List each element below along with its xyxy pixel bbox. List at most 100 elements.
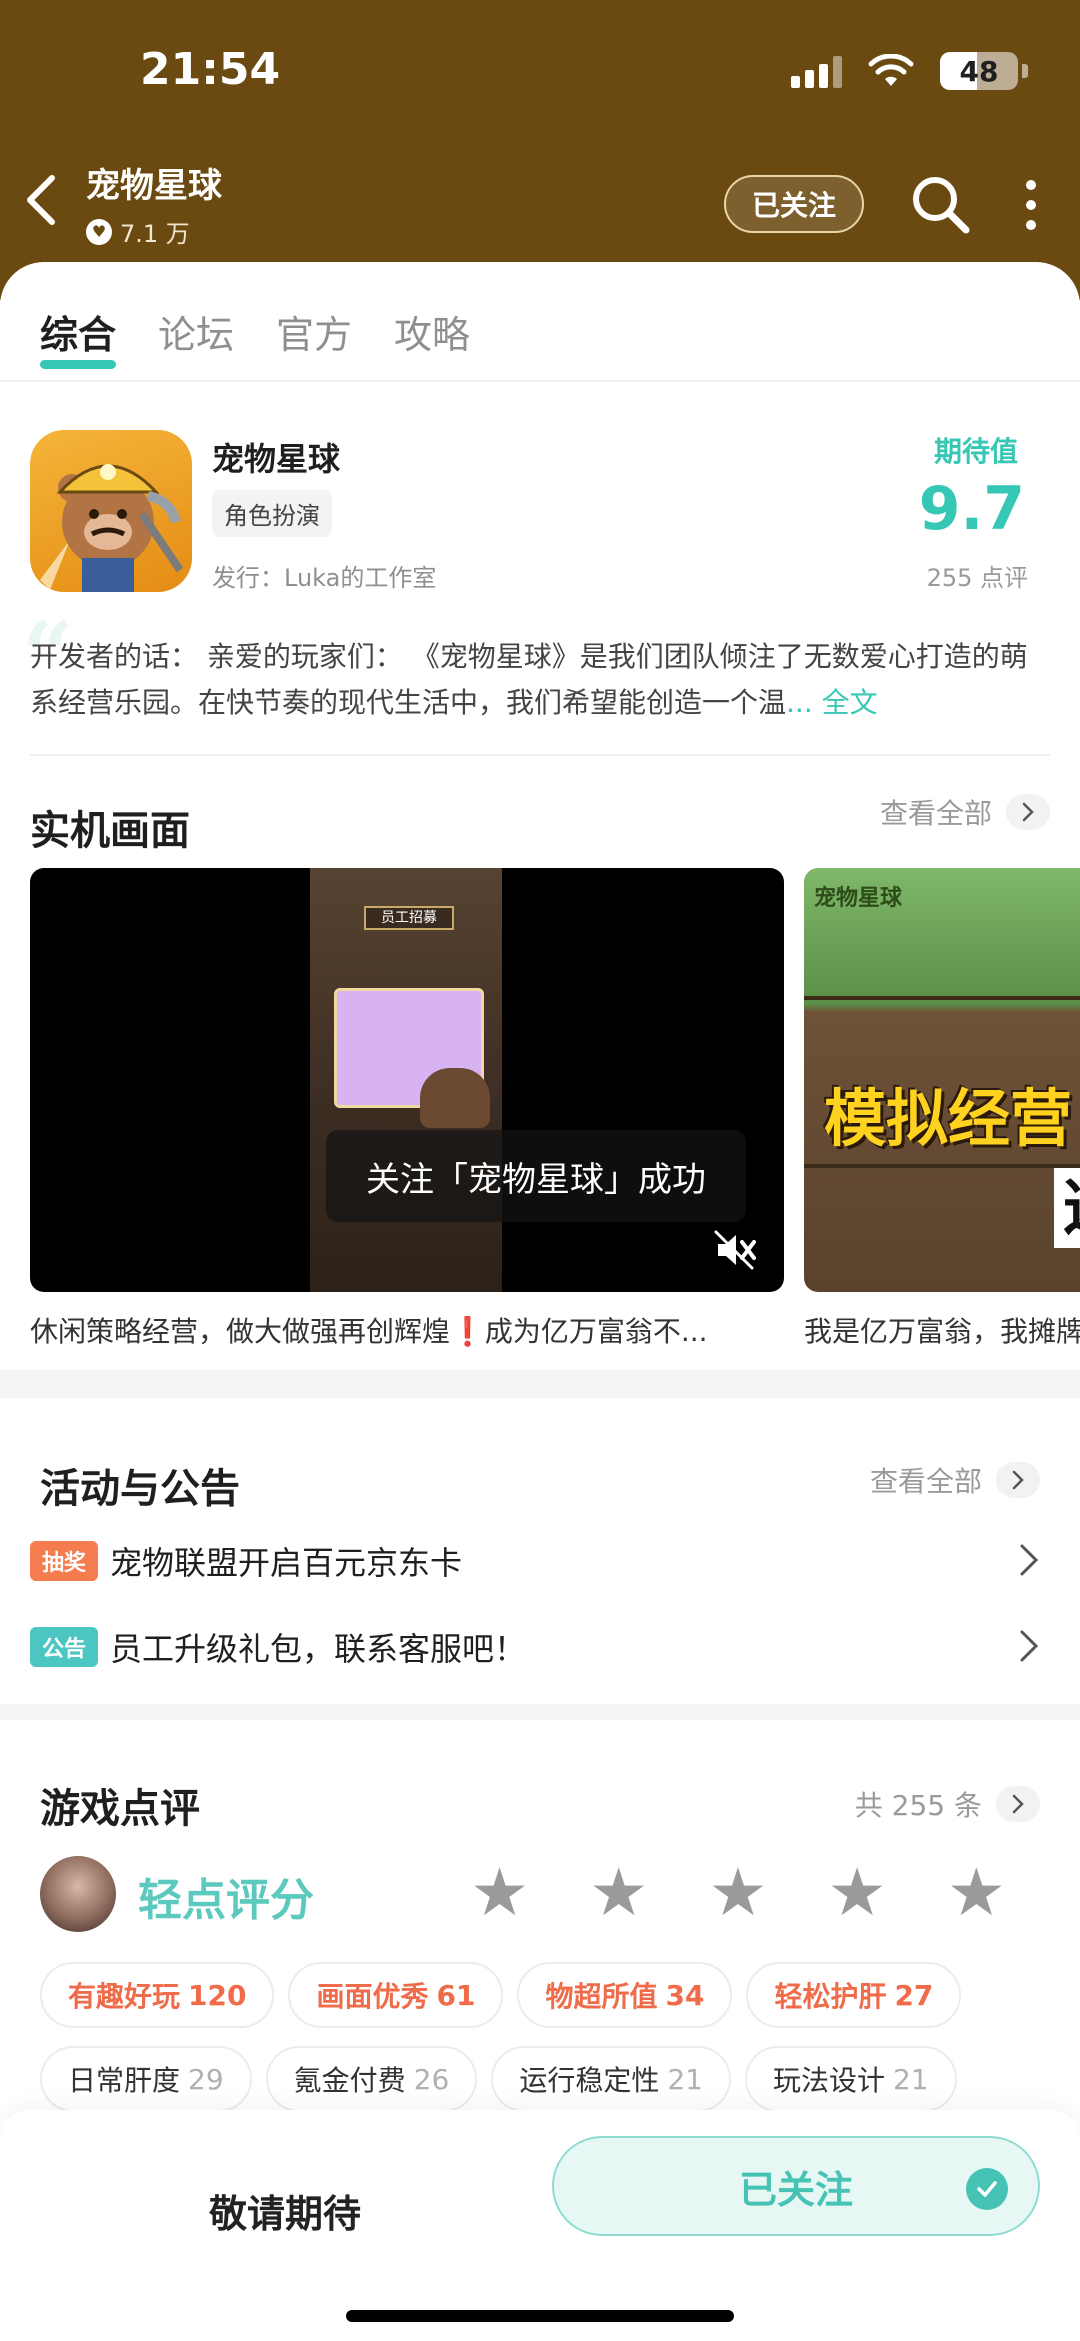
status-icons: 48 (791, 52, 1028, 90)
status-time: 21:54 (140, 44, 281, 95)
review-tag[interactable]: 日常肝度 29 (40, 2046, 252, 2112)
followed-button[interactable]: 已关注 (552, 2136, 1040, 2236)
tag-label: 运行稳定性 (519, 2064, 660, 2097)
review-tag[interactable]: 物超所值 34 (517, 1962, 733, 2028)
star-icon[interactable]: ★ (470, 1860, 529, 1926)
stay-tuned-button[interactable]: 敬请期待 (90, 2160, 480, 2260)
chevron-right-icon (1006, 794, 1050, 830)
notice-badge: 公告 (30, 1627, 99, 1667)
screenshots-title: 实机画面 (30, 808, 190, 854)
read-more-link[interactable]: ... 全文 (786, 686, 878, 719)
check-icon (966, 2168, 1008, 2210)
star-icon[interactable]: ★ (708, 1860, 767, 1926)
tab-official[interactable]: 官方 (276, 304, 352, 369)
announcement-text: 员工升级礼包，联系客服吧！ (110, 1630, 527, 1668)
follow-success-toast: 关注「宠物星球」成功 (326, 1130, 746, 1222)
recruit-sign: 员工招募 (364, 906, 454, 930)
promo-banner-text: 模拟经营 (824, 1082, 1073, 1155)
app-name: 宠物星球 (212, 440, 341, 478)
battery-level: 48 (959, 54, 999, 88)
tag-count: 26 (413, 2062, 450, 2096)
wifi-icon (868, 54, 914, 86)
followers-label: 7.1 万 (120, 220, 190, 248)
review-tag[interactable]: 画面优秀 61 (288, 1962, 504, 2028)
see-all-label: 查看全部 (879, 797, 992, 830)
announcement-item[interactable]: 公告 员工升级礼包，联系客服吧！ (30, 1624, 526, 1670)
review-tag[interactable]: 运行稳定性 21 (491, 2046, 731, 2112)
star-icon[interactable]: ★ (947, 1860, 1006, 1926)
announcements-see-all[interactable]: 查看全部 (870, 1460, 1040, 1500)
tag-count: 34 (665, 1978, 705, 2012)
chevron-right-icon (996, 1786, 1040, 1822)
signal-icon (791, 54, 842, 88)
tag-label: 画面优秀 (316, 1980, 429, 2013)
tag-count: 120 (188, 1978, 247, 2012)
tag-label: 物超所值 (545, 1980, 658, 2013)
divider (0, 380, 1080, 382)
chevron-right-icon[interactable] (1018, 1542, 1040, 1578)
star-icon[interactable]: ★ (589, 1860, 648, 1926)
header-title: 宠物星球 (86, 166, 222, 206)
video-caption[interactable]: 休闲策略经营，做大做强再创辉煌❗️成为亿万富翁不... (30, 1310, 780, 1350)
section-separator (0, 1370, 1080, 1398)
chevron-right-icon[interactable] (1018, 1628, 1040, 1664)
genre-tag[interactable]: 角色扮演 (212, 490, 332, 537)
review-count[interactable]: 255 点评 (927, 558, 1028, 593)
chevron-right-icon (996, 1462, 1040, 1498)
see-all-label: 查看全部 (869, 1465, 982, 1498)
battery-icon: 48 (940, 52, 1018, 90)
rating-stars: ★ ★ ★ ★ ★ (470, 1860, 1006, 1926)
reviews-see-all[interactable]: 共 255 条 (855, 1784, 1040, 1824)
avatar (40, 1856, 116, 1932)
tag-count: 21 (667, 2062, 703, 2096)
expectation-label: 期待值 (933, 435, 1018, 468)
review-tag[interactable]: 氪金付费 26 (265, 2046, 478, 2112)
tag-count: 29 (188, 2062, 224, 2096)
tab-guide[interactable]: 攻略 (394, 304, 470, 369)
header-follow-button[interactable]: 已关注 (724, 175, 864, 233)
tag-label: 有趣好玩 (68, 1980, 181, 2013)
star-icon[interactable]: ★ (828, 1860, 887, 1926)
reviews-title: 游戏点评 (40, 1786, 200, 1832)
promo-overflow-char: 这 (1054, 1168, 1080, 1248)
home-indicator[interactable] (346, 2310, 734, 2322)
followed-label: 已关注 (738, 2167, 853, 2212)
developer-note[interactable]: 开发者的话： 亲爱的玩家们： 《宠物星球》是我们团队倾注了无数爱心打造的萌系经营… (30, 634, 1050, 726)
review-tag[interactable]: 玩法设计 21 (744, 2046, 957, 2112)
tap-to-rate-label: 轻点评分 (138, 1875, 314, 1926)
developer-note-text: 开发者的话： 亲爱的玩家们： 《宠物星球》是我们团队倾注了无数爱心打造的萌系经营… (30, 640, 1028, 719)
tag-count: 61 (436, 1978, 476, 2012)
lottery-badge: 抽奖 (30, 1541, 99, 1581)
divider (30, 754, 1050, 756)
tag-label: 玩法设计 (772, 2064, 885, 2097)
tab-forum[interactable]: 论坛 (158, 304, 234, 369)
review-total: 共 255 条 (854, 1789, 982, 1822)
content-card: 综合 论坛 官方 攻略 宠物星球 角色扮演 发行：Luka的工作室 期待值 9.… (0, 262, 1080, 2341)
tag-count: 21 (892, 2062, 929, 2096)
announcement-item[interactable]: 抽奖 宠物联盟开启百元京东卡 (30, 1538, 462, 1584)
screenshot-caption[interactable]: 我是亿万富翁，我摊牌了 (804, 1310, 1080, 1350)
announcement-text: 宠物联盟开启百元京东卡 (110, 1544, 463, 1582)
tag-count: 27 (894, 1978, 934, 2012)
tag-row: 日常肝度 29 氪金付费 26 运行稳定性 21 玩法设计 21 (40, 2046, 957, 2112)
expectation-score: 9.7 (918, 474, 1025, 544)
search-icon[interactable] (908, 172, 972, 236)
app-icon (30, 430, 192, 592)
back-icon[interactable] (18, 170, 68, 230)
tab-overview[interactable]: 综合 (40, 304, 117, 369)
more-icon[interactable] (1016, 180, 1046, 230)
followers-count: ♥ 7.1 万 (86, 214, 190, 249)
tag-label: 氪金付费 (293, 2064, 406, 2097)
hot-tag-row: 有趣好玩 120 画面优秀 61 物超所值 34 轻松护肝 27 (40, 1962, 962, 2028)
announcements-title: 活动与公告 (40, 1466, 240, 1512)
review-tag[interactable]: 轻松护肝 27 (746, 1962, 962, 2028)
tag-label: 日常肝度 (68, 2064, 181, 2097)
heart-icon: ♥ (86, 218, 112, 245)
tag-label: 轻松护肝 (774, 1980, 887, 2013)
mute-icon[interactable] (710, 1226, 758, 1274)
video-thumbnail[interactable]: 员工招募 关注「宠物星球」成功 (30, 868, 784, 1292)
review-tag[interactable]: 有趣好玩 120 (40, 1962, 275, 2028)
screenshot-thumbnail[interactable]: 宠物星球 模拟经营 这 (804, 868, 1080, 1292)
screenshots-see-all[interactable]: 查看全部 (880, 792, 1050, 832)
publisher[interactable]: 发行：Luka的工作室 (212, 558, 436, 593)
